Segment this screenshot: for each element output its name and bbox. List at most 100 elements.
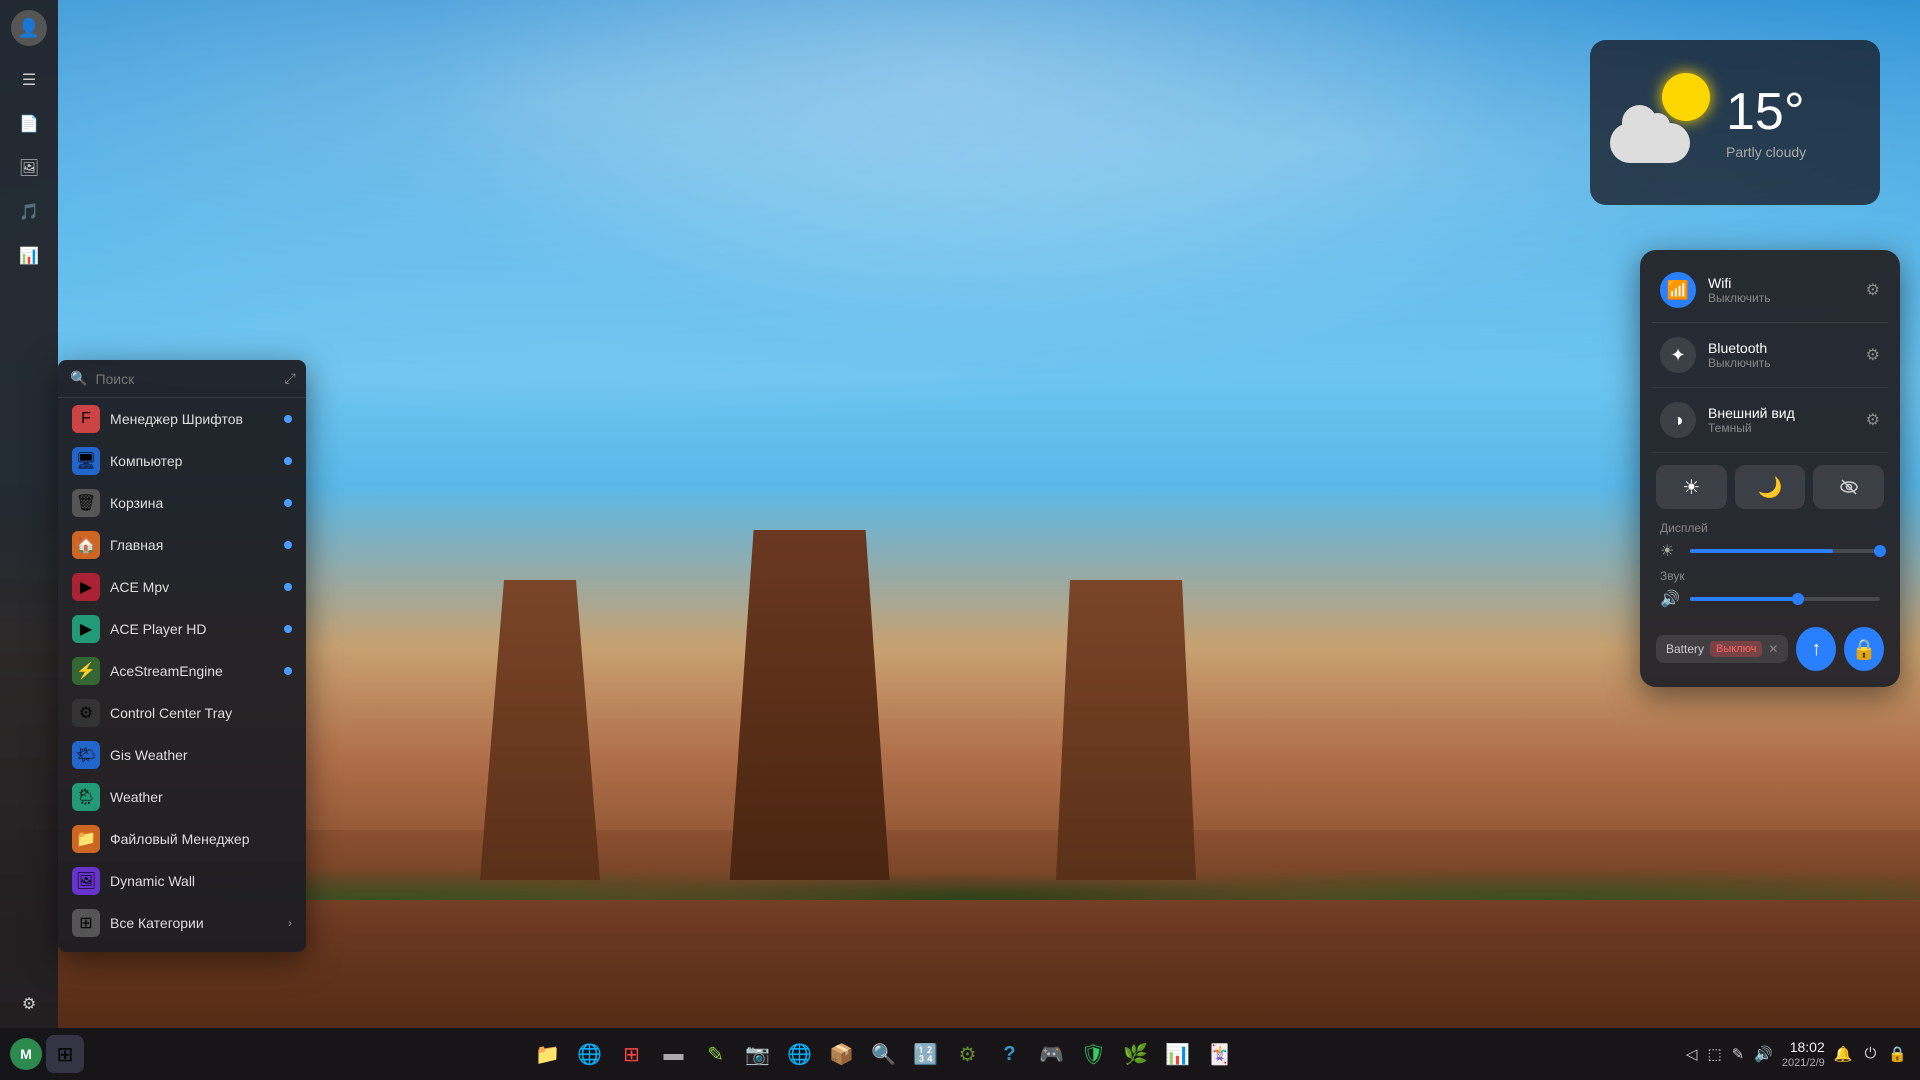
menu-search-bar[interactable]: 🔍 ⤢ <box>58 360 306 398</box>
search-input[interactable] <box>95 371 276 387</box>
menu-item-icon-control-center-tray: ⚙ <box>72 699 100 727</box>
cc-privacy-btn[interactable] <box>1813 465 1884 509</box>
taskbar-manjaro-btn[interactable]: M <box>10 1038 42 1070</box>
menu-item-dynamic-wall[interactable]: 🖼 Dynamic Wall <box>58 860 306 902</box>
menu-item-icon-gis-weather: 🌤 <box>72 741 100 769</box>
weather-condition: Partly cloudy <box>1726 144 1860 160</box>
menu-item-home[interactable]: 🏠 Главная <box>58 524 306 566</box>
menu-item-label-all-categories: Все Категории <box>110 915 278 931</box>
tb-app-cards[interactable]: 🃏 <box>1200 1035 1238 1073</box>
prev-icon[interactable]: ◁ <box>1683 1045 1701 1063</box>
menu-item-label-dynamic-wall: Dynamic Wall <box>110 873 292 889</box>
cc-bluetooth-row[interactable]: ✦ Bluetooth Выключить ⚙ <box>1652 327 1888 383</box>
cc-wifi-row[interactable]: 📶 Wifi Выключить ⚙ <box>1652 262 1888 318</box>
taskbar-apps-btn[interactable]: ⊞ <box>46 1035 84 1073</box>
control-center-panel: 📶 Wifi Выключить ⚙ ✦ Bluetooth Выключить… <box>1640 250 1900 687</box>
tb-app-calc[interactable]: 🔢 <box>906 1035 944 1073</box>
menu-item-ace-mpv[interactable]: ▶ ACE Mpv <box>58 566 306 608</box>
sidebar-icon-table[interactable]: 📊 <box>11 238 47 274</box>
menu-item-icon-ace-player: ▶ <box>72 615 100 643</box>
cc-bluetooth-label: Bluetooth <box>1708 340 1854 356</box>
cc-night-btn[interactable]: 🌙 <box>1735 465 1806 509</box>
sound-label: Звук <box>1660 569 1880 583</box>
menu-item-trash[interactable]: 🗑 Корзина <box>58 482 306 524</box>
sound-track[interactable] <box>1690 597 1880 601</box>
menu-item-weather[interactable]: 🌦 Weather <box>58 776 306 818</box>
tb-app-leaf[interactable]: 🌿 <box>1116 1035 1154 1073</box>
battery-status: Выключ <box>1710 641 1762 657</box>
sidebar-icon-images[interactable]: 🖼 <box>11 150 47 186</box>
cc-brightness-btn[interactable]: ☀ <box>1656 465 1727 509</box>
appearance-icon: ◑ <box>1660 402 1696 438</box>
menu-item-label-ace-player: ACE Player HD <box>110 621 274 637</box>
sidebar-icon-settings[interactable]: ⚙ <box>11 986 47 1022</box>
tb-app-chart[interactable]: 📊 <box>1158 1035 1196 1073</box>
bluetooth-settings-icon[interactable]: ⚙ <box>1866 345 1880 365</box>
menu-item-computer[interactable]: 🖥 Компьютер <box>58 440 306 482</box>
cloud-icon <box>1610 123 1690 163</box>
menu-item-dot <box>284 583 292 591</box>
weather-info: 15° Partly cloudy <box>1726 86 1860 160</box>
edit-icon[interactable]: ✎ <box>1729 1045 1748 1063</box>
menu-item-label-ace-mpv: ACE Mpv <box>110 579 274 595</box>
menu-item-gis-weather[interactable]: 🌤 Gis Weather <box>58 734 306 776</box>
lock-action-btn[interactable]: 🔒 <box>1844 627 1884 671</box>
menu-item-dot <box>284 499 292 507</box>
menu-item-label-font-manager: Менеджер Шрифтов <box>110 411 274 427</box>
menu-item-ace-player[interactable]: ▶ ACE Player HD <box>58 608 306 650</box>
tb-app-archive[interactable]: 📦 <box>822 1035 860 1073</box>
menu-item-file-manager[interactable]: 📁 Файловый Менеджер <box>58 818 306 860</box>
cc-appearance-row[interactable]: ◑ Внешний вид Темный ⚙ <box>1652 392 1888 448</box>
wifi-settings-icon[interactable]: ⚙ <box>1866 280 1880 300</box>
avatar[interactable]: 👤 <box>11 10 47 46</box>
battery-close-icon[interactable]: ✕ <box>1768 642 1778 656</box>
menu-item-control-center-tray[interactable]: ⚙ Control Center Tray <box>58 692 306 734</box>
tb-app-browser[interactable]: 🌐 <box>570 1035 608 1073</box>
tb-app-gamepad[interactable]: 🎮 <box>1032 1035 1070 1073</box>
upload-action-btn[interactable]: ↑ <box>1796 627 1836 671</box>
menu-item-icon-trash: 🗑 <box>72 489 100 517</box>
tb-app-help[interactable]: ? <box>990 1035 1028 1073</box>
sidebar-icon-files[interactable]: 📄 <box>11 106 47 142</box>
weather-widget: 15° Partly cloudy <box>1590 40 1880 205</box>
battery-label: Battery <box>1666 642 1704 656</box>
taskbar-clock[interactable]: 18:02 2021/2/9 <box>1782 1038 1825 1070</box>
divider <box>1652 452 1888 453</box>
taskbar-right: ◁ ⬚ ✎ 🔊 18:02 2021/2/9 🔔 ⏻ 🔒 <box>1683 1038 1910 1070</box>
menu-item-acestream[interactable]: ⚡ AceStreamEngine <box>58 650 306 692</box>
volume-icon[interactable]: 🔊 <box>1751 1045 1776 1063</box>
taskbar-center: 📁 🌐 ⊞ ▬ ✎ 📷 🌐 📦 🔍 🔢 ⚙ ? 🎮 🛡 🌿 📊 🃏 <box>84 1035 1683 1073</box>
menu-item-icon-home: 🏠 <box>72 531 100 559</box>
tb-app-security[interactable]: 🛡 <box>1074 1035 1112 1073</box>
cc-wifi-label: Wifi <box>1708 275 1854 291</box>
tb-app-browser2[interactable]: 🌐 <box>780 1035 818 1073</box>
tb-app-files[interactable]: 📁 <box>528 1035 566 1073</box>
menu-item-icon-font-manager: F <box>72 405 100 433</box>
tb-app-finder[interactable]: 🔍 <box>864 1035 902 1073</box>
sound-icon: 🔊 <box>1660 589 1680 609</box>
cc-wifi-sub: Выключить <box>1708 291 1854 305</box>
tb-app-settings[interactable]: ⚙ <box>948 1035 986 1073</box>
lock-icon[interactable]: 🔒 <box>1885 1045 1910 1063</box>
bluetooth-icon: ✦ <box>1660 337 1696 373</box>
power-icon[interactable]: ⏻ <box>1861 1045 1879 1062</box>
sidebar-icon-music[interactable]: 🎵 <box>11 194 47 230</box>
appearance-settings-icon[interactable]: ⚙ <box>1866 410 1880 430</box>
tb-app-grid[interactable]: ⊞ <box>612 1035 650 1073</box>
menu-item-all-categories[interactable]: ⊞ Все Категории › <box>58 902 306 944</box>
battery-badge[interactable]: Battery Выключ ✕ <box>1656 635 1788 663</box>
wifi-icon: 📶 <box>1660 272 1696 308</box>
sun-icon <box>1662 73 1710 121</box>
menu-item-font-manager[interactable]: F Менеджер Шрифтов <box>58 398 306 440</box>
sidebar-icon-menu[interactable]: ☰ <box>11 62 47 98</box>
notification-icon[interactable]: 🔔 <box>1831 1045 1856 1063</box>
window-icon[interactable]: ⬚ <box>1704 1045 1724 1063</box>
tb-app-camera[interactable]: 📷 <box>738 1035 776 1073</box>
menu-item-label-gis-weather: Gis Weather <box>110 747 292 763</box>
sound-fill <box>1690 597 1804 601</box>
menu-item-label-control-center-tray: Control Center Tray <box>110 705 292 721</box>
brightness-track[interactable] <box>1690 549 1880 553</box>
tb-app-editor[interactable]: ✎ <box>696 1035 734 1073</box>
expand-icon[interactable]: ⤢ <box>284 370 295 387</box>
tb-app-terminal[interactable]: ▬ <box>654 1035 692 1073</box>
